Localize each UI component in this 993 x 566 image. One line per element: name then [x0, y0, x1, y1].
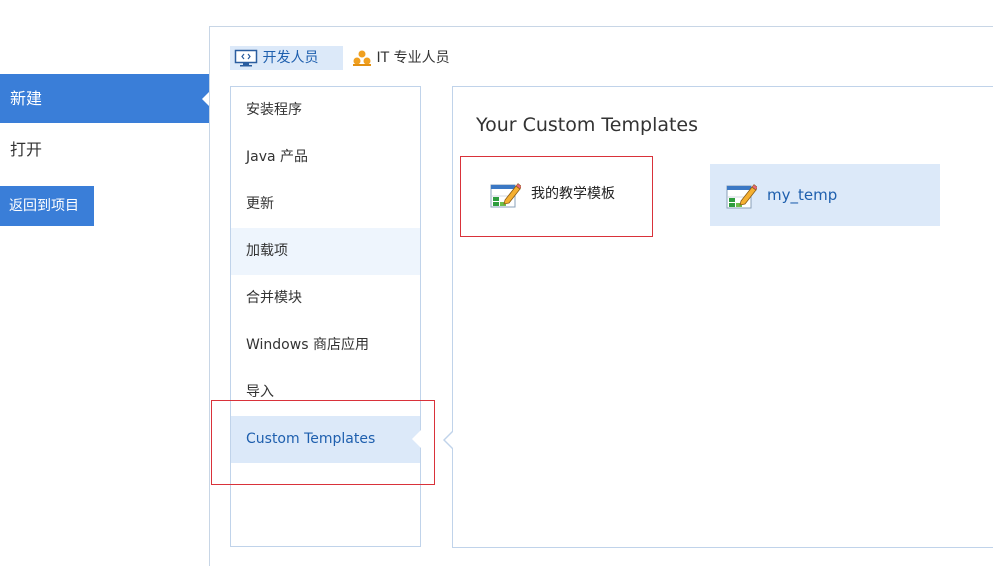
- nav-item-open[interactable]: 打开: [0, 125, 210, 174]
- category-label: 合并模块: [246, 290, 302, 306]
- tab-label: 开发人员: [262, 50, 319, 66]
- category-item-installer[interactable]: 安装程序: [231, 87, 420, 134]
- category-label: 导入: [246, 384, 274, 400]
- category-list: 安装程序 Java 产品 更新 加载项 合并模块 Windows 商店应用 导入…: [230, 86, 421, 547]
- people-group-icon: [352, 50, 376, 66]
- category-item-java[interactable]: Java 产品: [231, 134, 420, 181]
- nav-item-new[interactable]: 新建: [0, 74, 211, 123]
- category-label: 更新: [246, 196, 274, 212]
- template-tile-teaching[interactable]: 我的教学模板: [474, 163, 644, 225]
- nav-item-label: 打开: [10, 140, 43, 159]
- backstage-nav: 新建 打开 返回到项目: [0, 0, 211, 551]
- back-to-project-button[interactable]: 返回到项目: [0, 186, 94, 226]
- template-label: 我的教学模板: [531, 186, 615, 202]
- nav-item-label: 新建: [10, 89, 43, 108]
- panel-title: Your Custom Templates: [476, 114, 699, 136]
- category-item-import[interactable]: 导入: [231, 369, 420, 416]
- category-item-addin[interactable]: 加载项: [231, 228, 420, 275]
- category-item-custom-templates[interactable]: Custom Templates: [231, 416, 421, 463]
- category-label: 安装程序: [246, 102, 302, 118]
- developer-monitor-icon: [234, 49, 262, 67]
- category-item-update[interactable]: 更新: [231, 181, 420, 228]
- category-label: Java 产品: [246, 149, 309, 165]
- tab-it-professional[interactable]: IT 专业人员: [352, 46, 450, 70]
- template-edit-icon: [489, 179, 522, 211]
- template-label: my_temp: [767, 186, 838, 204]
- templates-panel: [443, 86, 993, 548]
- category-item-windows-store[interactable]: Windows 商店应用: [231, 322, 420, 369]
- category-label: Windows 商店应用: [246, 337, 369, 353]
- template-tile-my-temp[interactable]: my_temp: [710, 164, 940, 226]
- category-label: 加载项: [246, 243, 288, 259]
- category-item-merge-module[interactable]: 合并模块: [231, 275, 420, 322]
- template-edit-icon: [725, 180, 758, 212]
- category-label: Custom Templates: [246, 431, 376, 447]
- tab-label: IT 专业人员: [376, 50, 450, 66]
- tab-developer[interactable]: 开发人员: [230, 46, 343, 70]
